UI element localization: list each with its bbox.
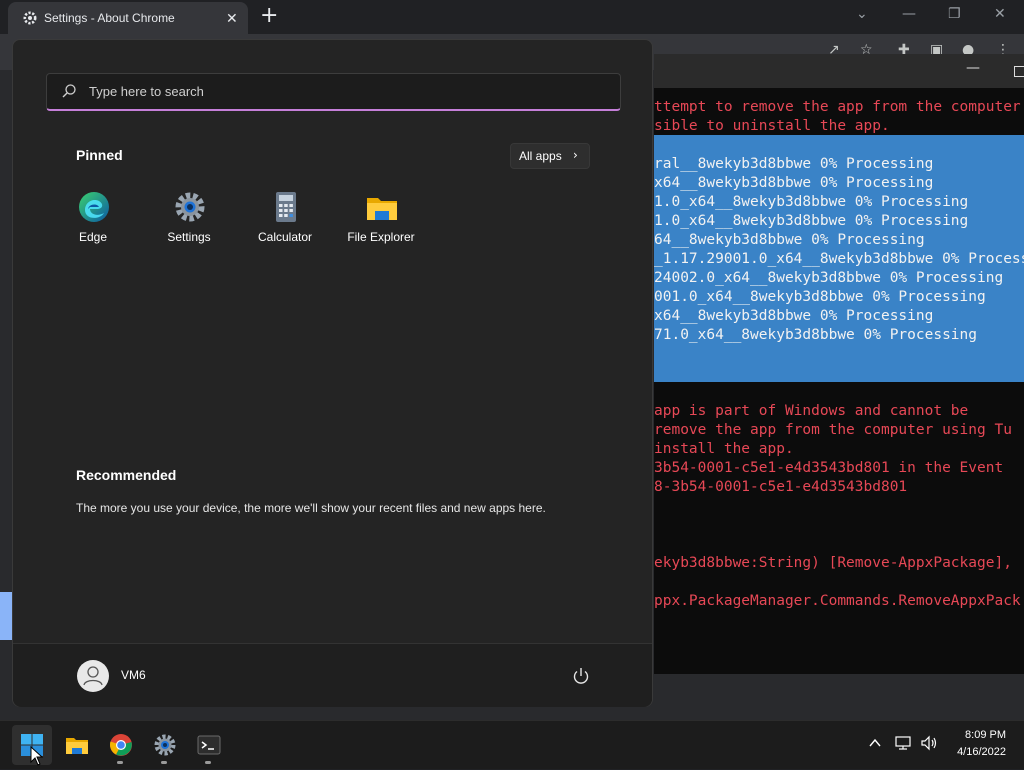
selected-nav-indicator	[0, 592, 12, 640]
pinned-app-file-explorer[interactable]: File Explorer	[333, 188, 429, 248]
terminal-line: 3b54-0001-c5e1-e4d3543bd801 in the Event	[654, 460, 1004, 476]
terminal-line: 64__8wekyb3d8bbwe 0% Processing	[654, 232, 925, 248]
app-label: Settings	[167, 230, 211, 244]
clock-date[interactable]: 4/16/2022	[946, 746, 1006, 758]
chrome-icon	[110, 734, 132, 756]
taskbar-chrome[interactable]	[101, 725, 141, 765]
all-apps-label: All apps	[519, 149, 562, 163]
app-label: Calculator	[257, 230, 313, 244]
minimize-icon[interactable]: —	[902, 6, 916, 22]
terminal-line: _1.17.29001.0_x64__8wekyb3d8bbwe 0% Proc…	[654, 251, 1024, 267]
running-indicator	[117, 761, 123, 764]
clock-time[interactable]: 8:09 PM	[950, 729, 1006, 741]
terminal-maximize-icon[interactable]	[1014, 66, 1024, 77]
taskbar-settings[interactable]	[145, 725, 185, 765]
folder-icon	[367, 198, 397, 220]
terminal-titlebar: —	[654, 54, 1024, 88]
terminal-line: 24002.0_x64__8wekyb3d8bbwe 0% Processing	[654, 270, 1004, 286]
tab-title: Settings - About Chrome	[44, 11, 175, 25]
tab-close-icon[interactable]: ✕	[226, 11, 238, 27]
taskbar: 8:09 PM 4/16/2022	[0, 720, 1024, 769]
terminal-line: x64__8wekyb3d8bbwe 0% Processing	[654, 308, 934, 324]
terminal-line: remove the app from the computer using T…	[654, 422, 1012, 438]
terminal-line: 1.0_x64__8wekyb3d8bbwe 0% Processing	[654, 194, 969, 210]
volume-icon[interactable]	[920, 735, 938, 755]
tab-settings-about-chrome[interactable]: Settings - About Chrome ✕	[8, 2, 248, 34]
calculator-icon	[276, 192, 296, 222]
app-label: File Explorer	[347, 230, 415, 244]
user-icon	[83, 666, 103, 686]
terminal-line: 1.0_x64__8wekyb3d8bbwe 0% Processing	[654, 213, 969, 229]
search-placeholder: Type here to search	[89, 84, 204, 99]
pinned-title: Pinned	[76, 147, 123, 163]
terminal-line: install the app.	[654, 441, 794, 457]
close-window-icon[interactable]: ✕	[994, 6, 1006, 22]
terminal-line: ttempt to remove the app from the comput…	[654, 99, 1021, 115]
restore-icon[interactable]: ❐	[948, 6, 961, 22]
terminal-line: 8-3b54-0001-c5e1-e4d3543bd801	[654, 479, 908, 495]
user-name[interactable]: VM6	[121, 668, 146, 682]
file-explorer-icon	[66, 738, 88, 754]
taskbar-file-explorer[interactable]	[57, 725, 97, 765]
chrome-tab-strip: Settings - About Chrome ✕ + ⌄ — ❐ ✕	[0, 0, 1024, 34]
settings-icon	[154, 734, 176, 756]
tab-search-chevron-icon[interactable]: ⌄	[856, 6, 868, 22]
pinned-app-calculator[interactable]: Calculator	[237, 188, 333, 248]
pinned-app-edge[interactable]: Edge	[45, 188, 141, 248]
search-input[interactable]: Type here to search	[46, 73, 621, 111]
settings-gear-icon	[22, 10, 38, 30]
settings-gear-icon	[175, 192, 205, 222]
edge-icon	[79, 192, 109, 222]
start-menu: Type here to search Pinned All apps › Ed…	[12, 39, 653, 707]
avatar[interactable]	[77, 660, 109, 692]
search-icon	[61, 83, 77, 103]
terminal-line: x64__8wekyb3d8bbwe 0% Processing	[654, 175, 934, 191]
terminal-icon	[197, 735, 221, 755]
terminal-line: 001.0_x64__8wekyb3d8bbwe 0% Processing	[654, 289, 986, 305]
recommended-title: Recommended	[76, 467, 177, 483]
all-apps-button[interactable]: All apps ›	[510, 143, 590, 169]
app-label: Edge	[78, 230, 108, 244]
terminal-window[interactable]: — ttempt to remove the app from the comp…	[654, 54, 1024, 674]
running-indicator	[205, 761, 211, 764]
terminal-line: ekyb3d8bbwe:String) [Remove-AppxPackage]…	[654, 555, 1012, 571]
chevron-up-icon[interactable]	[868, 735, 882, 754]
mouse-cursor-icon	[30, 745, 44, 770]
power-icon[interactable]	[571, 666, 591, 690]
terminal-line: app is part of Windows and cannot be	[654, 403, 969, 419]
pinned-app-settings[interactable]: Settings	[141, 188, 237, 248]
network-icon[interactable]	[894, 735, 912, 755]
terminal-line: ppx.PackageManager.Commands.RemoveAppxPa…	[654, 593, 1021, 609]
chevron-right-icon: ›	[573, 148, 578, 162]
start-footer: VM6	[13, 643, 652, 707]
taskbar-terminal[interactable]	[189, 725, 229, 765]
recommended-empty-text: The more you use your device, the more w…	[76, 501, 546, 515]
new-tab-button[interactable]: +	[260, 3, 278, 28]
terminal-minimize-icon[interactable]: —	[966, 60, 980, 76]
terminal-line: ral__8wekyb3d8bbwe 0% Processing	[654, 156, 934, 172]
running-indicator	[161, 761, 167, 764]
terminal-line: 71.0_x64__8wekyb3d8bbwe 0% Processing	[654, 327, 978, 343]
terminal-line: sible to uninstall the app.	[654, 118, 890, 134]
